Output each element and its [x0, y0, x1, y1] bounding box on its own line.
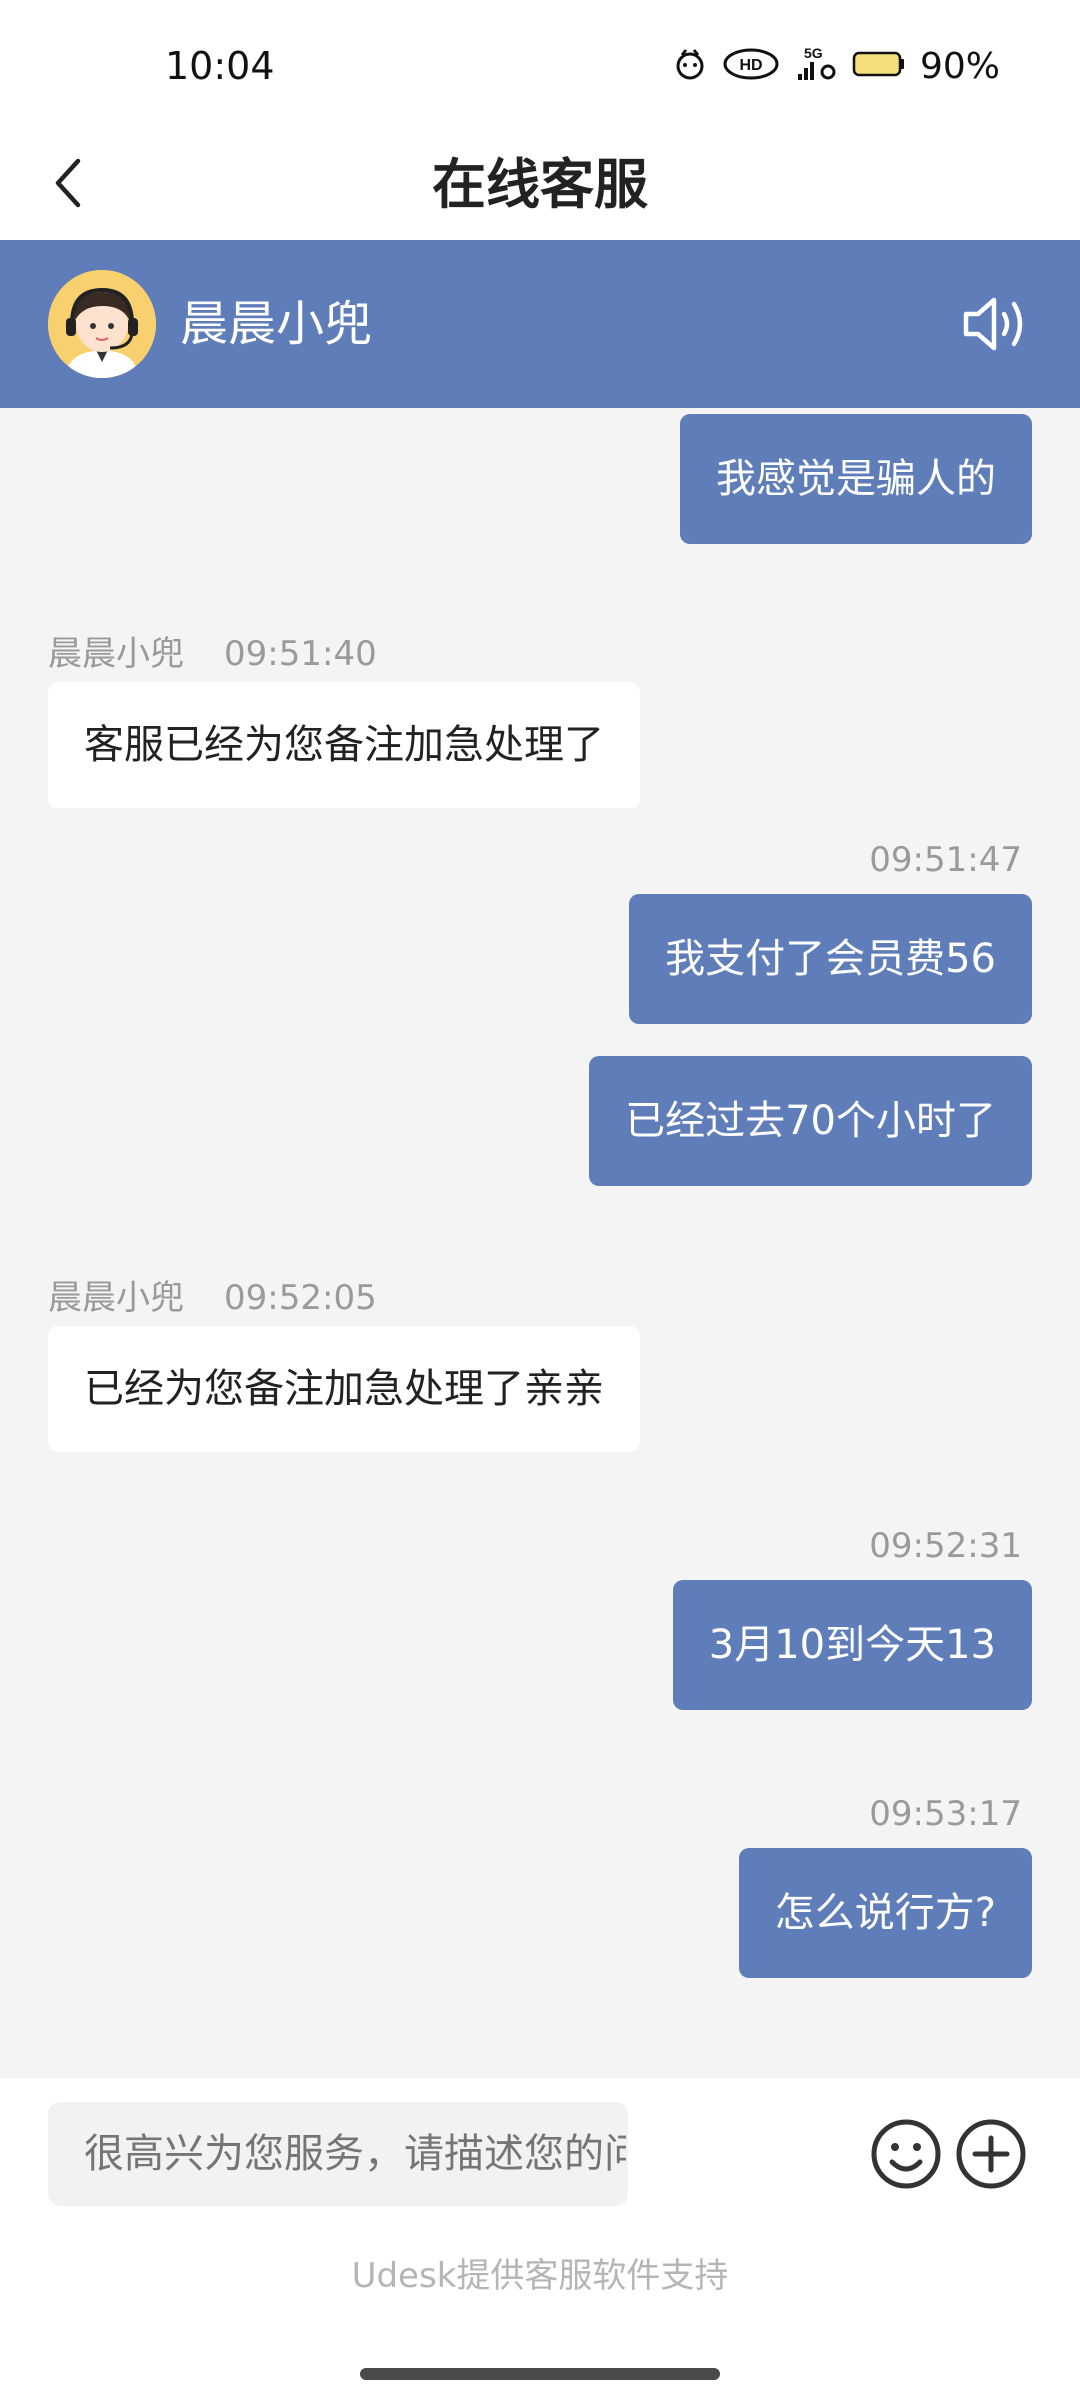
5g-signal-icon: 5G — [794, 44, 838, 88]
message-time: 09:52:05 — [224, 1278, 377, 1318]
notification-icon — [672, 46, 708, 86]
agent-name: 晨晨小兜 — [180, 296, 373, 352]
speaker-button[interactable] — [960, 292, 1030, 356]
outgoing-message[interactable]: 我支付了会员费56 — [629, 894, 1032, 1024]
message-input[interactable] — [48, 2102, 628, 2206]
message-time: 09:51:47 — [869, 840, 1022, 880]
emoji-button[interactable] — [870, 2118, 942, 2190]
emoji-icon — [870, 2119, 942, 2194]
chevron-left-icon — [48, 155, 88, 215]
svg-text:HD: HD — [739, 57, 762, 74]
plus-button[interactable] — [955, 2118, 1027, 2190]
battery-icon — [852, 49, 906, 83]
plus-circle-icon — [955, 2119, 1027, 2194]
status-time: 10:04 — [165, 44, 275, 88]
incoming-message[interactable]: 客服已经为您备注加急处理了 — [48, 682, 640, 808]
battery-percent: 90% — [919, 45, 1000, 87]
home-indicator[interactable] — [360, 2368, 720, 2380]
speaker-icon — [960, 297, 1030, 360]
agent-header: 晨晨小兜 — [0, 240, 1080, 408]
composer: Udesk提供客服软件支持 — [0, 2078, 1080, 2400]
hd-voice-icon: HD — [722, 47, 780, 85]
status-icons: HD 5G 90% — [672, 40, 1000, 92]
message-meta: 晨晨小兜 09:52:05 — [48, 1270, 377, 1319]
top-bar: 在线客服 — [0, 130, 1080, 240]
message-time: 09:53:17 — [869, 1794, 1022, 1834]
chat-area[interactable]: 我感觉是骗人的 晨晨小兜 09:51:40 客服已经为您备注加急处理了 09:51… — [0, 408, 1080, 2078]
outgoing-message[interactable]: 3月10到今天13 — [672, 1580, 1032, 1710]
message-time: 09:52:31 — [869, 1526, 1022, 1566]
outgoing-message[interactable]: 我感觉是骗人的 — [680, 414, 1032, 544]
message-time: 09:51:40 — [224, 634, 377, 674]
outgoing-message[interactable]: 已经过去70个小时了 — [589, 1056, 1032, 1186]
back-button[interactable] — [48, 130, 128, 240]
page-title: 在线客服 — [432, 153, 648, 216]
message-meta: 晨晨小兜 09:51:40 — [48, 626, 377, 675]
status-bar: 10:04 HD 5G 90% — [0, 0, 1080, 130]
customer-service-avatar-icon — [48, 270, 156, 378]
powered-by-text: Udesk提供客服软件支持 — [351, 2256, 729, 2296]
svg-text:5G: 5G — [804, 45, 823, 61]
incoming-message[interactable]: 已经为您备注加急处理了亲亲 — [48, 1326, 640, 1452]
outgoing-message[interactable]: 怎么说行方? — [738, 1848, 1032, 1978]
sender-name: 晨晨小兜 — [48, 634, 184, 674]
sender-name: 晨晨小兜 — [48, 1278, 184, 1318]
